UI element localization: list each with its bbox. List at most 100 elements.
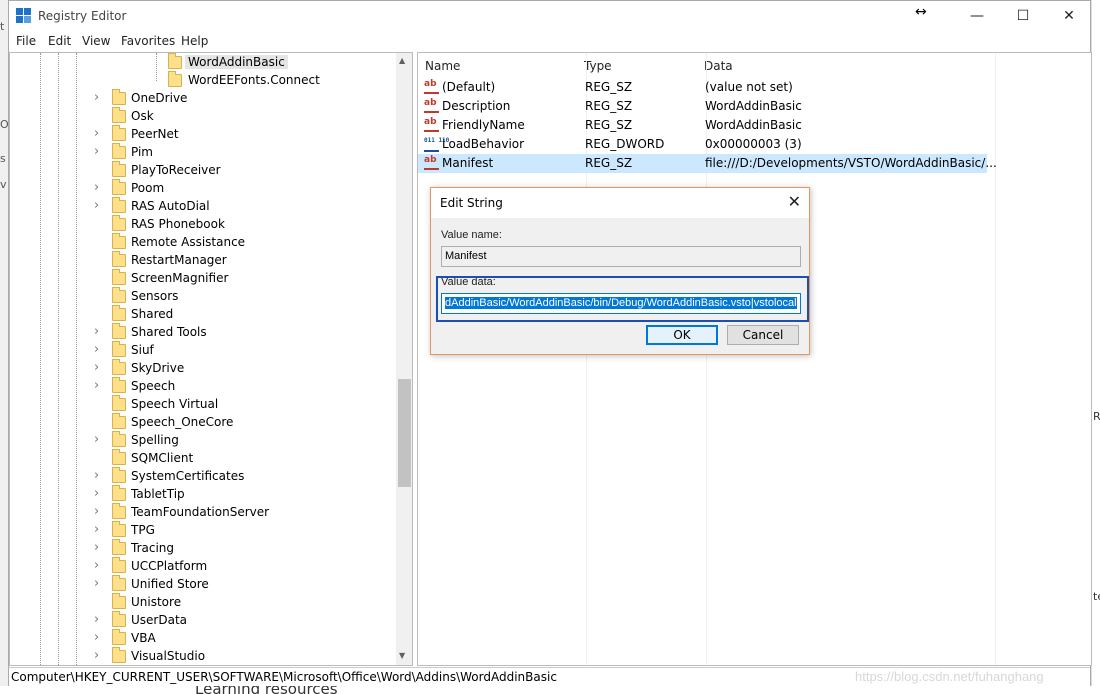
tree-item[interactable]: RestartManager <box>10 251 395 270</box>
dword-value-icon: 011 110 <box>424 137 449 152</box>
column-header-data[interactable]: Data <box>697 53 987 77</box>
tree-item[interactable]: Unistore <box>10 593 395 612</box>
expand-chevron-icon[interactable]: › <box>94 630 99 645</box>
expand-chevron-icon[interactable]: › <box>94 522 99 537</box>
folder-icon <box>112 629 126 645</box>
registry-key-tree[interactable]: WordAddinBasic WordEEFonts.Connect › OneD… <box>9 52 413 666</box>
scrollbar-thumb[interactable] <box>398 379 411 487</box>
scroll-up-icon[interactable]: ▲ <box>399 56 405 65</box>
ok-button[interactable]: OK <box>646 325 718 345</box>
tree-vertical-scrollbar[interactable]: ▲ ▼ <box>396 53 412 665</box>
tree-item-label: WordEEFonts.Connect <box>188 73 320 87</box>
expand-chevron-icon[interactable]: › <box>94 342 99 357</box>
tree-item[interactable]: ScreenMagnifier <box>10 269 395 288</box>
column-header-type[interactable]: Type <box>577 53 697 77</box>
tree-item-label: Speech <box>131 379 176 393</box>
tree-item-label: SystemCertificates <box>131 469 245 483</box>
value-row[interactable]: ab Manifest REG_SZ file:///D:/Developments/… <box>418 154 997 173</box>
expand-chevron-icon[interactable]: › <box>94 126 99 141</box>
expand-chevron-icon[interactable]: › <box>94 324 99 339</box>
tree-item[interactable]: Speech Virtual <box>10 395 395 414</box>
value-type: REG_SZ <box>585 99 633 113</box>
maximize-button[interactable]: ☐ <box>1000 1 1046 31</box>
value-row[interactable]: ab FriendlyName REG_SZ WordAddinBasic <box>418 116 987 135</box>
tree-item[interactable]: › Spelling <box>10 431 395 450</box>
tree-item[interactable]: › VisualStudio <box>10 647 395 665</box>
expand-chevron-icon[interactable]: › <box>94 144 99 159</box>
expand-chevron-icon[interactable]: › <box>94 90 99 105</box>
tree-item[interactable]: › RAS AutoDial <box>10 197 395 216</box>
menu-edit[interactable]: Edit <box>48 34 71 48</box>
tree-item-wordeefonts[interactable]: WordEEFonts.Connect <box>10 71 395 90</box>
folder-icon <box>112 341 126 357</box>
minimize-button[interactable]: — <box>954 1 1000 31</box>
close-button[interactable]: ✕ <box>1046 1 1092 31</box>
tree-item[interactable]: Sensors <box>10 287 395 306</box>
tree-item[interactable]: › Siuf <box>10 341 395 360</box>
tree-item[interactable]: Speech_OneCore <box>10 413 395 432</box>
folder-icon <box>112 89 126 105</box>
menu-view[interactable]: View <box>82 34 110 48</box>
tree-item[interactable]: › Shared Tools <box>10 323 395 342</box>
tree-item[interactable]: › SystemCertificates <box>10 467 395 486</box>
tree-item-wordaddinbasic[interactable]: WordAddinBasic <box>10 53 395 72</box>
tree-item[interactable]: SQMClient <box>10 449 395 468</box>
tree-item[interactable]: › Speech <box>10 377 395 396</box>
column-header-name[interactable]: Name <box>418 53 577 77</box>
value-row[interactable]: ab (Default) REG_SZ (value not set) <box>418 78 987 97</box>
expand-chevron-icon[interactable]: › <box>94 468 99 483</box>
tree-item[interactable]: › Poom <box>10 179 395 198</box>
folder-icon <box>112 521 126 537</box>
scroll-down-icon[interactable]: ▼ <box>399 651 405 660</box>
expand-chevron-icon[interactable]: › <box>94 540 99 555</box>
expand-chevron-icon[interactable]: › <box>94 360 99 375</box>
tree-item[interactable]: › Tracing <box>10 539 395 558</box>
expand-chevron-icon[interactable]: › <box>94 486 99 501</box>
folder-icon <box>112 449 126 465</box>
registry-values-list[interactable]: Name Type Data ab (Default) REG_SZ (value n… <box>417 52 1092 666</box>
value-data-input[interactable]: dAddinBasic/WordAddinBasic/bin/Debug/Wor… <box>441 293 801 314</box>
tree-item[interactable]: › SkyDrive <box>10 359 395 378</box>
folder-icon <box>112 413 126 429</box>
tree-item[interactable]: › VBA <box>10 629 395 648</box>
dialog-close-icon[interactable]: ✕ <box>788 192 801 211</box>
tree-item[interactable]: › UserData <box>10 611 395 630</box>
menu-favorites[interactable]: Favorites <box>121 34 175 48</box>
tree-item[interactable]: › TeamFoundationServer <box>10 503 395 522</box>
tree-item-label: Poom <box>131 181 165 195</box>
tree-item[interactable]: Shared <box>10 305 395 324</box>
folder-icon <box>112 197 126 213</box>
tree-item[interactable]: › Unified Store <box>10 575 395 594</box>
value-row[interactable]: ab Description REG_SZ WordAddinBasic <box>418 97 987 116</box>
value-type: REG_DWORD <box>585 137 665 151</box>
expand-chevron-icon[interactable]: › <box>94 180 99 195</box>
value-row[interactable]: 011 110 LoadBehavior REG_DWORD 0x00000003 (… <box>418 135 987 154</box>
menu-help[interactable]: Help <box>181 34 208 48</box>
cancel-button[interactable]: Cancel <box>727 325 799 345</box>
expand-chevron-icon[interactable]: › <box>94 504 99 519</box>
tree-item[interactable]: PlayToReceiver <box>10 161 395 180</box>
dialog-title-bar[interactable]: Edit String ✕ <box>431 188 809 218</box>
expand-chevron-icon[interactable]: › <box>94 648 99 663</box>
tree-item[interactable]: Remote Assistance <box>10 233 395 252</box>
menu-file[interactable]: File <box>16 34 36 48</box>
tree-item[interactable]: › TPG <box>10 521 395 540</box>
expand-chevron-icon[interactable]: › <box>94 612 99 627</box>
tree-item-label: Remote Assistance <box>131 235 246 249</box>
expand-chevron-icon[interactable]: › <box>94 432 99 447</box>
expand-chevron-icon[interactable]: › <box>94 576 99 591</box>
folder-icon <box>112 611 126 627</box>
tree-item[interactable]: › PeerNet <box>10 125 395 144</box>
tree-item[interactable]: RAS Phonebook <box>10 215 395 234</box>
tree-item[interactable]: › Pim <box>10 143 395 162</box>
expand-chevron-icon[interactable]: › <box>94 558 99 573</box>
tree-item[interactable]: Osk <box>10 107 395 126</box>
tree-item-label: RAS AutoDial <box>131 199 210 213</box>
tree-item[interactable]: › UCCPlatform <box>10 557 395 576</box>
expand-chevron-icon[interactable]: › <box>94 378 99 393</box>
title-bar[interactable]: Registry Editor ↔ — ☐ ✕ <box>9 1 1090 31</box>
tree-item[interactable]: › TabletTip <box>10 485 395 504</box>
expand-chevron-icon[interactable]: › <box>94 198 99 213</box>
string-value-icon: ab <box>424 99 439 113</box>
tree-item[interactable]: › OneDrive <box>10 89 395 108</box>
